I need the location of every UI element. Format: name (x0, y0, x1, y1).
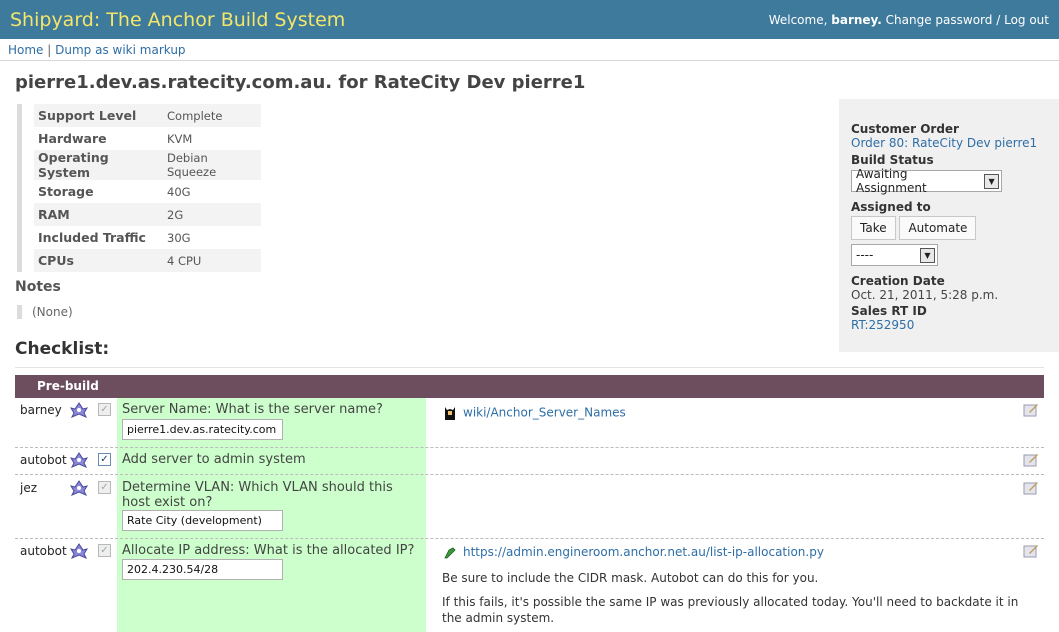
admin-link-icon (444, 547, 456, 558)
menu-separator: / (996, 12, 1001, 27)
assignee-name: autobot (20, 453, 67, 467)
home-link[interactable]: Home (8, 43, 43, 57)
assignee-select[interactable]: ---- ▼ (851, 244, 938, 266)
wiki-link-wrap: wiki/Anchor_Server_Names (443, 405, 626, 421)
task-label: Allocate IP address: What is the allocat… (122, 543, 415, 558)
spec-value: 40G (167, 184, 191, 199)
spec-label: CPUs (34, 249, 163, 272)
edit-note-icon[interactable] (1023, 402, 1039, 418)
assignee-name: autobot (20, 544, 67, 558)
user-peep-icon[interactable] (69, 401, 89, 419)
creation-date-value: Oct. 21, 2011, 5:28 p.m. (851, 288, 999, 302)
task-checkbox[interactable]: ✓ (98, 453, 111, 466)
spec-value: 4 CPU (163, 249, 261, 272)
spec-row: CPUs 4 CPU (34, 249, 261, 272)
server-spec-table: Support Level Complete Hardware KVM Operat… (17, 104, 261, 272)
spec-label: Storage (38, 184, 94, 199)
assigned-to-label: Assigned to (851, 200, 931, 214)
assignee-value: ---- (856, 248, 874, 262)
change-password-link[interactable]: Change password (886, 13, 993, 27)
task-note: Be sure to include the CIDR mask. Autobo… (442, 571, 819, 585)
checklist-row: autobot ✓ Add server to admin system (15, 448, 1044, 475)
notes-heading: Notes (15, 279, 61, 295)
spec-value: KVM (167, 131, 193, 146)
welcome-text: Welcome, (768, 12, 828, 27)
spec-row: Storage 40G (34, 180, 261, 203)
take-button[interactable]: Take (851, 216, 896, 240)
sales-rt-link[interactable]: RT:252950 (851, 318, 914, 332)
page-title: pierre1.dev.as.ratecity.com.au. for Rate… (15, 72, 586, 93)
spec-row: RAM 2G (34, 203, 261, 226)
build-status-label: Build Status (851, 153, 934, 167)
spec-label: RAM (34, 203, 163, 226)
task-checkbox[interactable]: ✓ (98, 544, 111, 557)
vlan-input[interactable]: Rate City (development) (122, 510, 283, 531)
spec-row: Included Traffic 30G (34, 226, 261, 249)
dump-wiki-link[interactable]: Dump as wiki markup (55, 43, 185, 57)
edit-note-icon[interactable] (1023, 452, 1039, 468)
user-peep-icon[interactable] (69, 451, 89, 469)
task-note: If this fails, it's possible the same IP… (442, 595, 1019, 625)
task-checkbox[interactable]: ✓ (98, 481, 111, 494)
user-menu: Welcome, barney. Change password / Log o… (769, 13, 1049, 27)
user-peep-icon[interactable] (69, 479, 89, 497)
automate-button[interactable]: Automate (899, 216, 977, 240)
wiki-batman-icon (445, 407, 455, 420)
edit-note-icon[interactable] (1023, 480, 1039, 496)
chevron-down-icon: ▼ (920, 247, 935, 263)
spec-value: Debian Squeeze (163, 150, 261, 180)
app-title[interactable]: Shipyard: The Anchor Build System (10, 9, 345, 31)
creation-date-label: Creation Date (851, 274, 945, 288)
spec-row: Support Level Complete (34, 104, 261, 127)
task-label: Add server to admin system (122, 452, 306, 467)
task-checkbox[interactable]: ✓ (98, 403, 111, 416)
admin-link-wrap: https://admin.engineroom.anchor.net.au/l… (443, 545, 824, 560)
spec-label: Operating System (34, 150, 163, 180)
build-status-select[interactable]: Awaiting Assignment ▼ (851, 167, 1002, 195)
spec-value: 2G (163, 203, 261, 226)
notes-value: (None) (17, 305, 73, 319)
sub-navigation: Home | Dump as wiki markup (0, 39, 1059, 61)
spec-label: Hardware (38, 131, 107, 146)
spec-label: Support Level (34, 104, 163, 127)
edit-note-icon[interactable] (1023, 543, 1039, 559)
checklist-row: barney ✓ Server Name: What is the server… (15, 398, 1044, 448)
task-label: Server Name: What is the server name? (122, 402, 383, 417)
spec-value: Complete (163, 104, 261, 127)
checklist-row: autobot ✓ Allocate IP address: What is t… (15, 539, 1044, 632)
logout-link[interactable]: Log out (1004, 13, 1049, 27)
ip-address-input[interactable]: 202.4.230.54/28 (122, 559, 283, 580)
spec-label: Included Traffic (38, 230, 146, 245)
server-name-input[interactable]: pierre1.dev.as.ratecity.com (122, 419, 283, 440)
spec-row: Operating System Debian Squeeze (34, 150, 261, 180)
customer-order-label: Customer Order (851, 122, 959, 136)
assignee-name: barney (20, 403, 62, 417)
sales-rt-label: Sales RT ID (851, 304, 927, 318)
spec-value: 30G (167, 230, 191, 245)
wiki-server-names-link[interactable]: wiki/Anchor_Server_Names (463, 406, 626, 420)
checklist-row: jez ✓ Determine VLAN: Which VLAN should … (15, 476, 1044, 539)
user-peep-icon[interactable] (69, 542, 89, 560)
section-header-prebuild: Pre-build (15, 375, 1044, 398)
customer-order-link[interactable]: Order 80: RateCity Dev pierre1 (851, 136, 1037, 150)
assignee-name: jez (20, 481, 38, 495)
username: barney. (831, 12, 882, 27)
chevron-down-icon: ▼ (984, 173, 999, 189)
ip-allocation-link[interactable]: https://admin.engineroom.anchor.net.au/l… (463, 545, 824, 559)
top-header: Shipyard: The Anchor Build System Welcom… (0, 0, 1059, 39)
order-info-panel: Customer Order Order 80: RateCity Dev pi… (839, 99, 1059, 352)
task-label: Determine VLAN: Which VLAN should this h… (122, 480, 393, 510)
spec-row: Hardware KVM (34, 127, 261, 150)
build-status-value: Awaiting Assignment (856, 167, 927, 195)
subnav-separator: | (47, 43, 52, 57)
